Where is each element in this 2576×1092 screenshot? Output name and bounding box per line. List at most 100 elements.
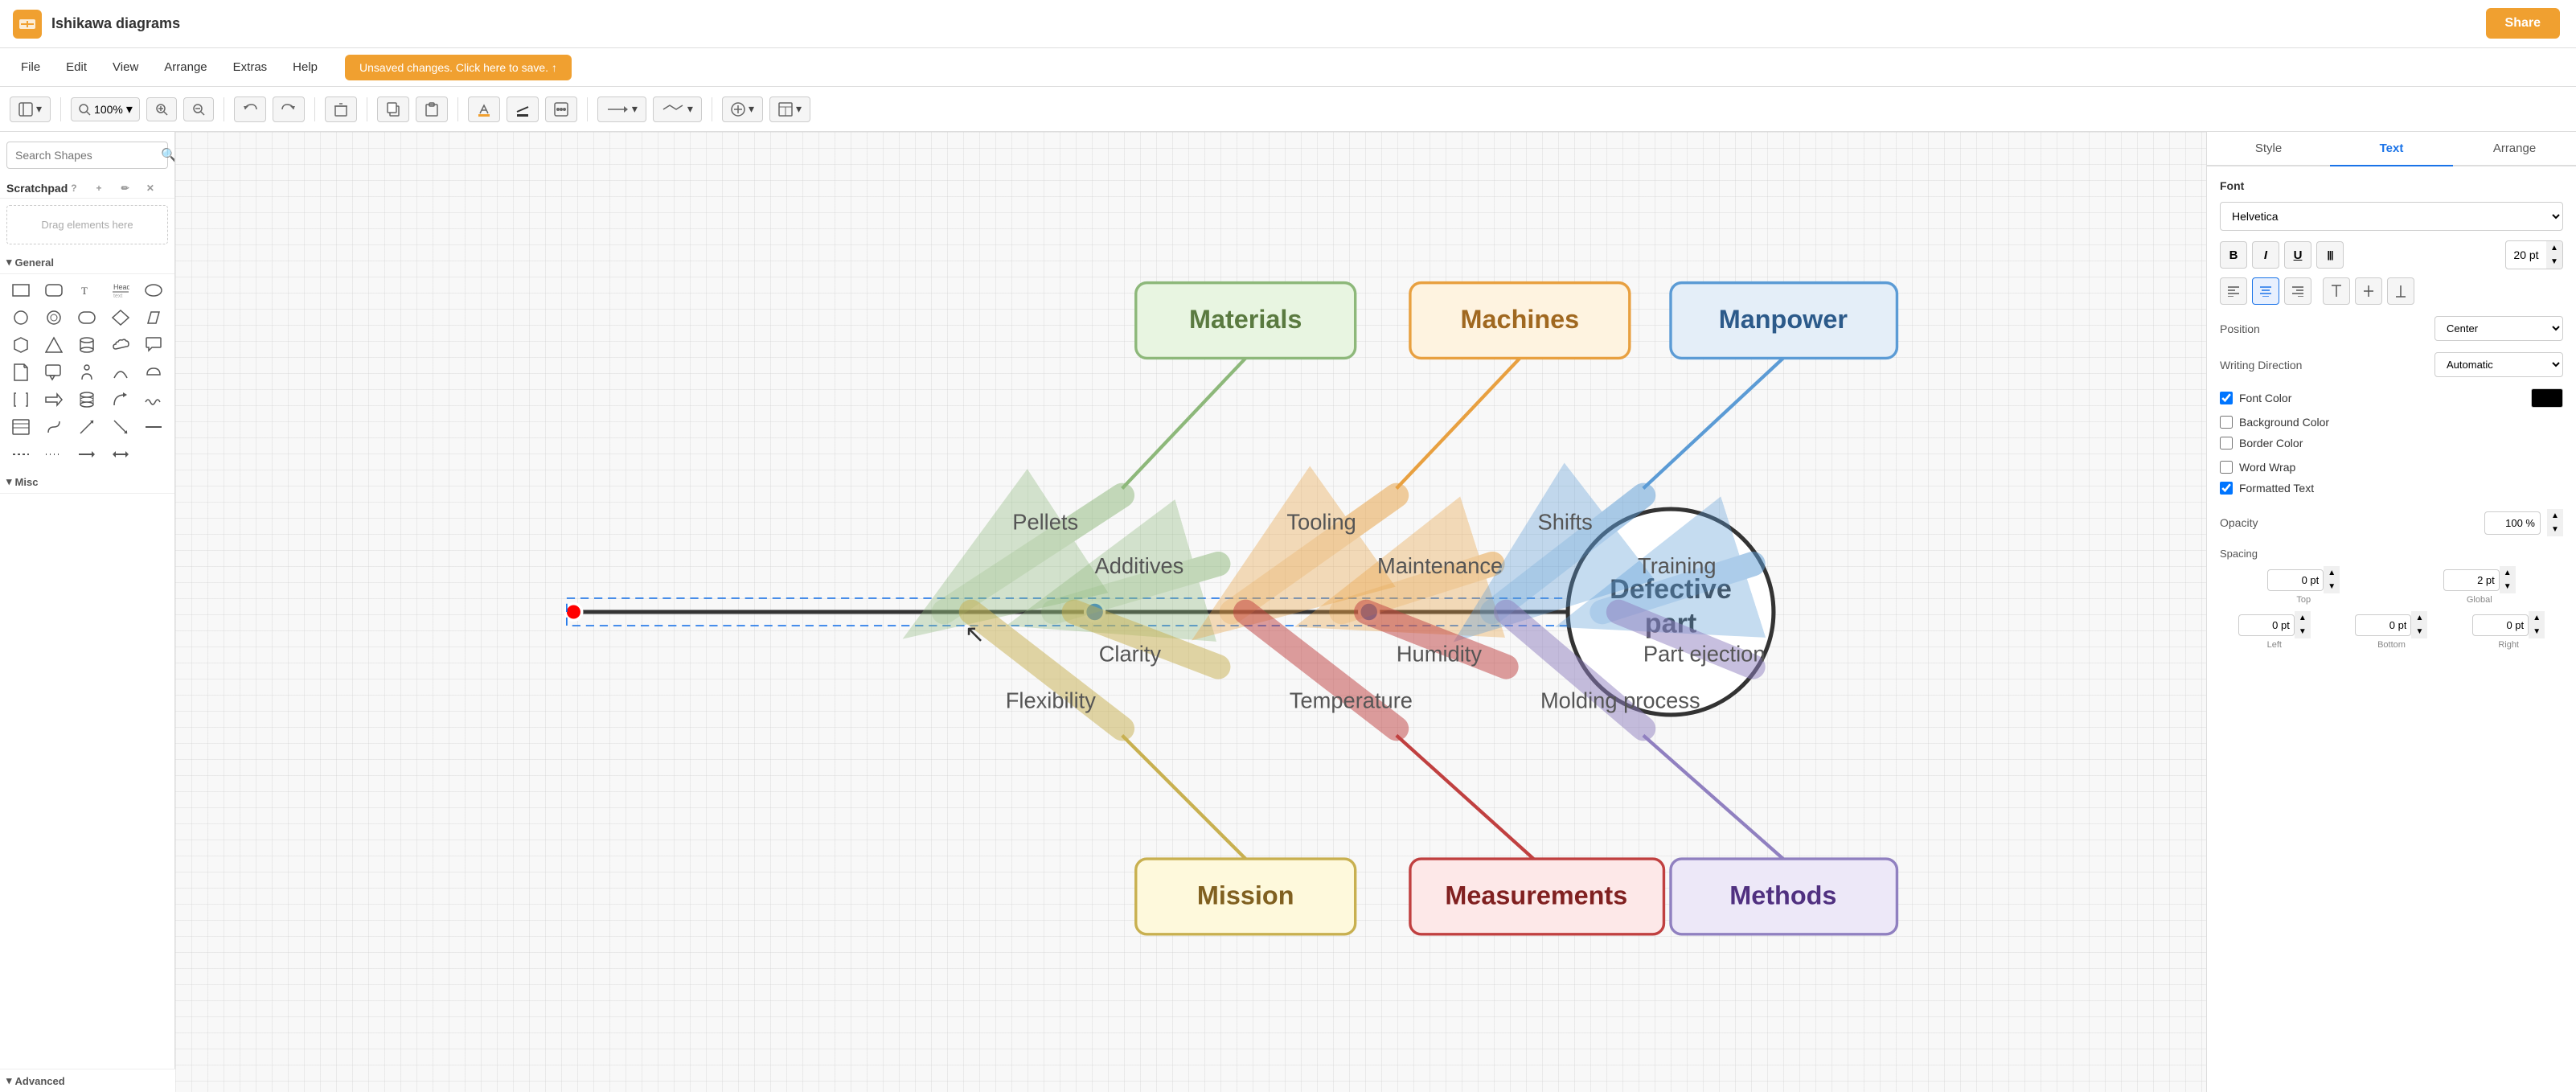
strikethrough-btn[interactable]: |||	[2316, 241, 2344, 269]
spacing-left-input[interactable]	[2238, 614, 2295, 636]
shape-parallelogram[interactable]	[138, 305, 170, 330]
spacing-global-down[interactable]: ▼	[2500, 580, 2516, 593]
bold-btn[interactable]: B	[2220, 241, 2247, 269]
spacing-right-up[interactable]: ▲	[2529, 611, 2545, 625]
shape-circle-outline[interactable]	[38, 305, 69, 330]
shape-line[interactable]	[138, 414, 170, 440]
waypoint-btn[interactable]: ▾	[653, 96, 702, 122]
border-color-checkbox[interactable]	[2220, 437, 2233, 450]
valign-bottom-btn[interactable]	[2387, 277, 2414, 305]
tab-text[interactable]: Text	[2330, 132, 2453, 166]
shape-text[interactable]: T	[72, 277, 103, 303]
spacing-global-up[interactable]: ▲	[2500, 566, 2516, 580]
scratchpad-close-icon[interactable]: ✕	[143, 183, 168, 194]
shape-triangle[interactable]	[38, 332, 69, 358]
spacing-top-up[interactable]: ▲	[2324, 566, 2340, 580]
align-left-btn[interactable]	[2220, 277, 2247, 305]
shape-wave[interactable]	[138, 387, 170, 413]
shape-ellipse[interactable]	[138, 277, 170, 303]
menu-help[interactable]: Help	[281, 55, 329, 79]
writing-direction-select[interactable]: Automatic	[2434, 352, 2563, 377]
line-color-btn[interactable]	[507, 96, 539, 122]
shape-person[interactable]	[72, 359, 103, 385]
shape-arrow-right[interactable]	[38, 387, 69, 413]
connector-btn[interactable]: ▾	[597, 96, 646, 122]
zoom-out-btn[interactable]	[183, 97, 214, 121]
paste-btn[interactable]	[416, 96, 448, 122]
spacing-bottom-up[interactable]: ▲	[2411, 611, 2427, 625]
shape-square-brackets[interactable]	[5, 387, 36, 413]
word-wrap-checkbox[interactable]	[2220, 461, 2233, 474]
italic-btn[interactable]: I	[2252, 241, 2279, 269]
shape-half-circle[interactable]	[138, 359, 170, 385]
shape-rounded-rect[interactable]	[38, 277, 69, 303]
shape-s-curve[interactable]	[38, 414, 69, 440]
bg-color-checkbox[interactable]	[2220, 416, 2233, 429]
shape-dashed-line[interactable]	[5, 441, 36, 467]
search-shapes-container[interactable]: 🔍	[6, 142, 168, 169]
handle-endpoint[interactable]	[565, 604, 581, 620]
tab-arrange[interactable]: Arrange	[2453, 132, 2576, 166]
spacing-left-up[interactable]: ▲	[2295, 611, 2311, 625]
shape-arc[interactable]	[105, 359, 136, 385]
font-size-up[interactable]: ▲	[2546, 241, 2562, 255]
shape-hexagon[interactable]	[5, 332, 36, 358]
shape-callout[interactable]	[38, 359, 69, 385]
spacing-right-down[interactable]: ▼	[2529, 625, 2545, 638]
copy-btn[interactable]	[377, 96, 409, 122]
opacity-input[interactable]	[2484, 511, 2541, 535]
font-color-swatch[interactable]	[2531, 388, 2563, 408]
sidebar-toggle[interactable]: ▾	[10, 96, 51, 122]
menu-edit[interactable]: Edit	[55, 55, 98, 79]
valign-top-btn[interactable]	[2323, 277, 2350, 305]
menu-extras[interactable]: Extras	[222, 55, 279, 79]
shape-double-arrow[interactable]	[105, 441, 136, 467]
zoom-box[interactable]: 100% ▾	[71, 97, 140, 121]
tab-style[interactable]: Style	[2207, 132, 2330, 166]
shape-arrow-line[interactable]	[72, 441, 103, 467]
shape-dotted-line[interactable]	[38, 441, 69, 467]
underline-btn[interactable]: U	[2284, 241, 2311, 269]
font-color-checkbox[interactable]	[2220, 392, 2233, 404]
undo-btn[interactable]	[234, 96, 266, 122]
spacing-bottom-input[interactable]	[2355, 614, 2411, 636]
shape-list[interactable]	[5, 414, 36, 440]
advanced-section[interactable]: ▾ Advanced	[0, 1069, 175, 1092]
scratchpad-edit-icon[interactable]: ✏	[118, 183, 143, 194]
opacity-up[interactable]: ▲	[2547, 509, 2563, 523]
canvas-area[interactable]: Defective part Materials Pellets Additiv…	[175, 132, 2206, 1092]
share-button[interactable]: Share	[2486, 8, 2560, 39]
shape-diamond[interactable]	[105, 305, 136, 330]
format-btn[interactable]	[545, 96, 577, 122]
font-size-input[interactable]	[2506, 245, 2546, 265]
fill-color-btn[interactable]	[468, 96, 500, 122]
zoom-in-btn[interactable]	[146, 97, 177, 121]
font-select[interactable]: Helvetica	[2220, 202, 2563, 231]
spacing-right-input[interactable]	[2472, 614, 2529, 636]
shape-speech-bubble[interactable]	[138, 332, 170, 358]
font-size-down[interactable]: ▼	[2546, 255, 2562, 269]
shape-heading[interactable]: Headtext	[105, 277, 136, 303]
scratchpad-add-icon[interactable]: +	[92, 183, 117, 194]
table-btn[interactable]: ▾	[769, 96, 810, 122]
position-select[interactable]: Center	[2434, 316, 2563, 341]
spacing-top-input[interactable]	[2267, 569, 2324, 591]
shape-diagonal-arrow2[interactable]	[105, 414, 136, 440]
align-right-btn[interactable]	[2284, 277, 2311, 305]
valign-middle-btn[interactable]	[2355, 277, 2382, 305]
spacing-left-down[interactable]: ▼	[2295, 625, 2311, 638]
shape-database[interactable]	[72, 387, 103, 413]
shape-diagonal-arrow[interactable]	[72, 414, 103, 440]
redo-btn[interactable]	[273, 96, 305, 122]
shape-cylinder[interactable]	[72, 332, 103, 358]
shape-circle[interactable]	[5, 305, 36, 330]
unsaved-changes-button[interactable]: Unsaved changes. Click here to save. ↑	[345, 55, 572, 80]
search-shapes-input[interactable]	[15, 149, 161, 162]
add-btn[interactable]: ▾	[722, 96, 763, 122]
shape-doc[interactable]	[5, 359, 36, 385]
menu-arrange[interactable]: Arrange	[153, 55, 218, 79]
misc-category[interactable]: ▾ Misc	[0, 470, 174, 494]
opacity-down[interactable]: ▼	[2547, 523, 2563, 536]
shape-rectangle[interactable]	[5, 277, 36, 303]
shape-rounded-rect2[interactable]	[72, 305, 103, 330]
